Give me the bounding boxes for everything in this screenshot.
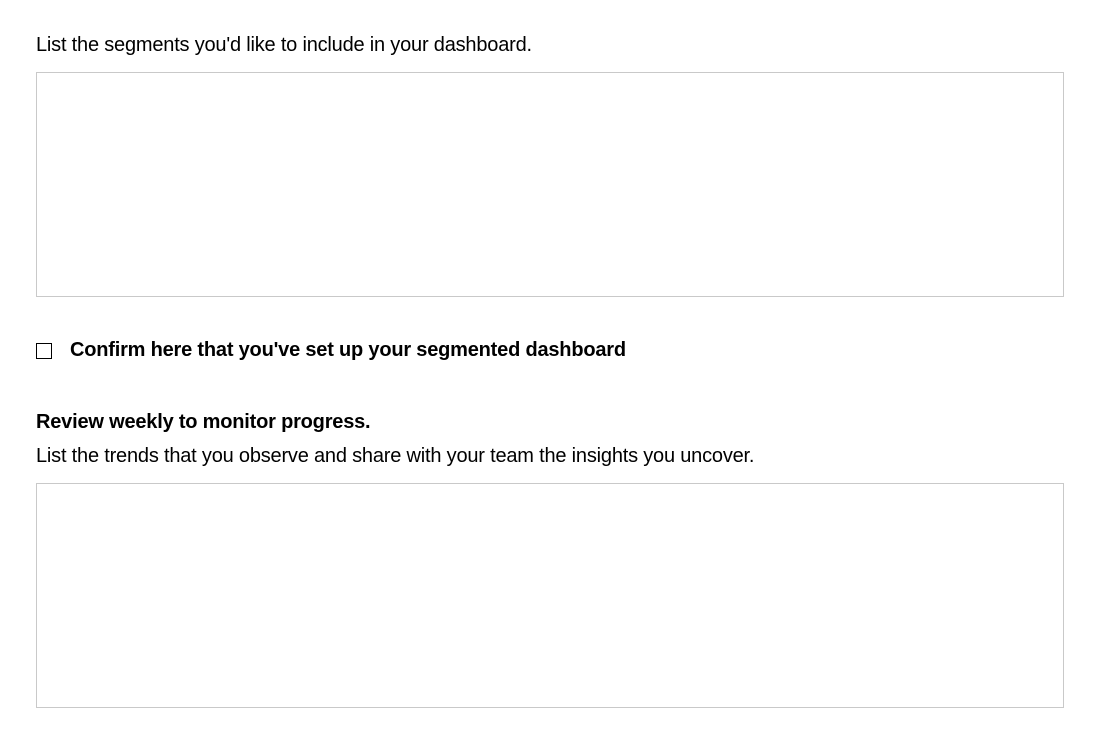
review-prompt-label: List the trends that you observe and sha… [36,441,1064,471]
review-heading: Review weekly to monitor progress. [36,407,1064,437]
confirm-checkbox[interactable] [36,343,52,359]
segments-input[interactable] [36,72,1064,297]
confirm-checkbox-row: Confirm here that you've set up your seg… [36,335,1064,365]
confirm-checkbox-label: Confirm here that you've set up your seg… [70,335,626,365]
review-input[interactable] [36,483,1064,708]
segments-prompt-label: List the segments you'd like to include … [36,30,1064,60]
